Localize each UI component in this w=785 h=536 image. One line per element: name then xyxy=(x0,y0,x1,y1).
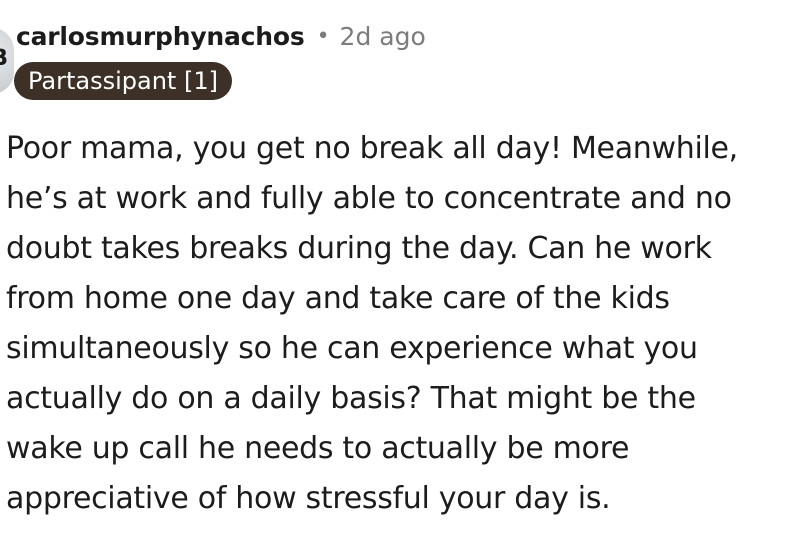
comment-body-line: he’s at work and fully able to concentra… xyxy=(6,181,732,216)
comment-body-line: actually do on a daily basis? That might… xyxy=(6,381,696,416)
comment-body-line: simultaneously so he can experience what… xyxy=(6,331,698,366)
comment-body-line: wake up call he needs to actually be mor… xyxy=(6,431,630,466)
timestamp[interactable]: 2d ago xyxy=(340,22,426,51)
comment-body-line: appreciative of how stressful your day i… xyxy=(6,481,611,516)
comment-meta: carlosmurphynachos • 2d ago xyxy=(16,16,426,56)
username-link[interactable]: carlosmurphynachos xyxy=(16,22,305,51)
comment-body-line: doubt takes breaks during the day. Can h… xyxy=(6,231,712,266)
comment-body-line: from home one day and take care of the k… xyxy=(6,281,670,316)
user-flair-badge: Partassipant [1] xyxy=(14,62,232,100)
avatar[interactable]: B xyxy=(0,28,14,94)
meta-separator: • xyxy=(316,23,330,49)
avatar-glyph: B xyxy=(0,46,8,71)
comment-body: Poor mama, you get no break all day! Mea… xyxy=(6,124,781,524)
comment: B carlosmurphynachos • 2d ago Partassipa… xyxy=(0,0,785,536)
comment-body-line: Poor mama, you get no break all day! Mea… xyxy=(6,131,738,166)
